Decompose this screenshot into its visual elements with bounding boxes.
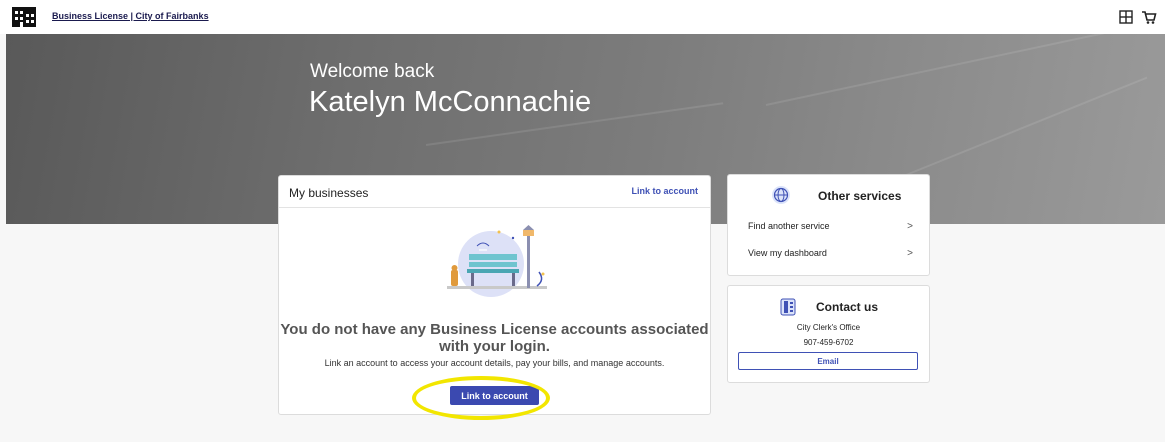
other-services-title: Other services [818, 189, 902, 203]
phone-icon [780, 298, 796, 316]
view-my-dashboard-link[interactable]: View my dashboard > [748, 248, 913, 259]
card-title: My businesses [289, 186, 369, 200]
cart-icon[interactable] [1141, 9, 1157, 25]
globe-icon [772, 186, 790, 204]
office-name: City Clerk's Office [796, 323, 861, 332]
find-another-service-link[interactable]: Find another service > [748, 221, 913, 232]
link-to-account-link[interactable]: Link to account [631, 186, 698, 196]
contact-us-card: Contact us City Clerk's Office 907-459-6… [727, 285, 930, 383]
park-bench-illustration [447, 225, 547, 297]
other-services-card: Other services Find another service > Vi… [727, 174, 930, 276]
empty-state-heading: You do not have any Business License acc… [280, 321, 709, 355]
chevron-right-icon: > [907, 248, 913, 259]
user-name: Katelyn McConnachie [309, 86, 592, 118]
city-building-icon[interactable] [12, 7, 36, 27]
empty-state-subtext: Link an account to access your account d… [324, 358, 665, 368]
email-button[interactable]: Email [738, 352, 918, 370]
grid-icon[interactable] [1118, 9, 1134, 25]
chevron-right-icon: > [907, 221, 913, 232]
service-item-label: View my dashboard [748, 248, 827, 258]
link-to-account-button[interactable]: Link to account [450, 386, 539, 405]
my-businesses-card: My businesses Link to account You do not… [278, 175, 711, 415]
welcome-greeting: Welcome back [310, 61, 435, 82]
site-title-link[interactable]: Business License | City of Fairbanks [52, 11, 209, 21]
top-bar: Business License | City of Fairbanks [0, 0, 1165, 34]
phone-number[interactable]: 907-459-6702 [728, 338, 929, 347]
contact-us-title: Contact us [816, 300, 879, 314]
card-header: My businesses Link to account [279, 176, 710, 208]
service-item-label: Find another service [748, 221, 830, 231]
